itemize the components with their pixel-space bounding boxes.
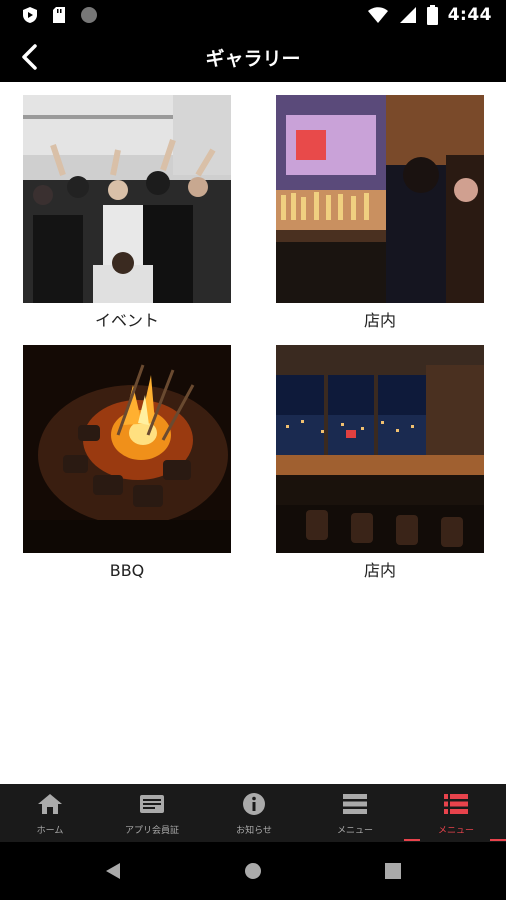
home-icon — [38, 794, 62, 814]
sd-card-icon — [53, 7, 65, 23]
member-card-icon — [140, 795, 164, 813]
tab-home[interactable]: ホーム — [0, 784, 100, 842]
tab-label: アプリ会員証 — [124, 826, 179, 836]
gallery-caption: 店内 — [363, 311, 396, 330]
gallery-item-event[interactable]: イベント — [23, 95, 231, 332]
gallery-item-interior-1[interactable]: 店内 — [276, 95, 484, 332]
battery-icon — [426, 5, 438, 25]
gallery-item-bbq[interactable]: BBQ — [23, 345, 231, 582]
gallery-caption: 店内 — [363, 561, 396, 580]
status-clock: 4:44 — [447, 5, 492, 25]
night-view-bar-photo — [276, 345, 484, 553]
bottom-nav: ホーム アプリ会員証 お知らせ メニュー メニュー — [0, 784, 506, 842]
tab-menu-active[interactable]: メニュー — [406, 784, 506, 842]
home-circle-icon[interactable] — [244, 862, 262, 880]
cell-signal-icon — [399, 7, 416, 23]
circle-icon — [81, 7, 97, 23]
bbq-fire-photo — [23, 345, 231, 553]
app-bar: ギャラリー — [0, 32, 506, 82]
tab-label: ホーム — [36, 826, 64, 836]
gallery-item-interior-2[interactable]: 店内 — [276, 345, 484, 582]
shield-icon — [23, 7, 37, 23]
menu-list-icon — [343, 794, 367, 814]
active-tab-indicator-right — [490, 839, 506, 841]
wifi-icon — [367, 7, 388, 23]
tab-label: メニュー — [336, 826, 373, 836]
back-triangle-icon[interactable] — [104, 862, 122, 880]
status-bar: 4:44 — [0, 0, 506, 32]
gallery-caption: イベント — [94, 311, 159, 330]
info-icon — [243, 793, 265, 815]
active-tab-indicator-left — [404, 839, 420, 841]
tab-news[interactable]: お知らせ — [204, 784, 304, 842]
bar-counter-photo — [276, 95, 484, 303]
tab-member-card[interactable]: アプリ会員証 — [102, 784, 202, 842]
tab-label: メニュー — [437, 826, 474, 836]
tab-menu[interactable]: メニュー — [305, 784, 405, 842]
recents-square-icon[interactable] — [385, 863, 401, 879]
system-nav-bar — [0, 842, 506, 900]
menu-list-icon — [444, 794, 468, 814]
page-title: ギャラリー — [205, 48, 301, 70]
gallery-caption: BBQ — [109, 561, 145, 580]
tab-label: お知らせ — [236, 826, 272, 836]
party-crowd-photo — [23, 95, 231, 303]
